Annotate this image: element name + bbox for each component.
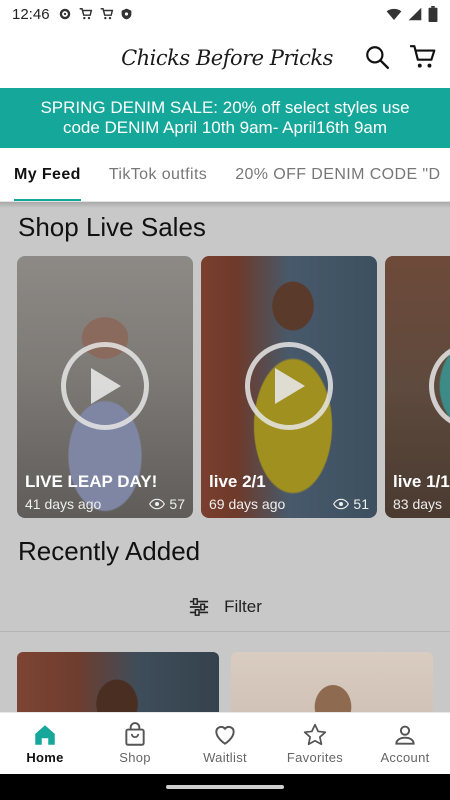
cart-icon [410, 45, 436, 68]
nav-label: Favorites [286, 750, 344, 765]
content-shadow [0, 202, 450, 208]
live-sale-age: 41 days ago [25, 496, 102, 512]
home-gesture-handle[interactable] [166, 785, 284, 789]
nav-shop[interactable]: Shop [90, 713, 180, 774]
search-icon [366, 46, 390, 70]
gear-icon [59, 8, 70, 20]
filter-button[interactable]: Filter [0, 582, 450, 632]
product-card[interactable] [17, 652, 219, 712]
search-button[interactable] [362, 42, 392, 72]
home-icon [35, 725, 55, 745]
live-sale-title: live 2/1 [209, 472, 266, 491]
live-sale-meta: 69 days ago 51 [209, 496, 369, 512]
play-icon [275, 368, 305, 404]
bottom-navigation: Home Shop Waitlist Favorites Account [0, 712, 450, 774]
cart-icon [79, 8, 92, 20]
play-icon [91, 368, 121, 404]
status-notification-icons [58, 7, 133, 21]
status-system-icons [386, 6, 438, 22]
live-sales-carousel[interactable]: LIVE LEAP DAY! 41 days ago 57 live 2/1 6… [17, 256, 450, 518]
play-button[interactable] [61, 342, 149, 430]
view-count-value: 57 [169, 496, 185, 512]
view-count: 51 [333, 496, 369, 512]
status-bar: 12:46 [0, 0, 450, 28]
filter-label: Filter [224, 596, 262, 616]
feed-tabs: My Feed TikTok outfits 20% OFF DENIM COD… [0, 148, 450, 202]
promo-banner[interactable]: SPRING DENIM SALE: 20% off select styles… [0, 88, 450, 148]
view-count-value: 51 [353, 496, 369, 512]
live-sale-title: live 1/1 [393, 472, 450, 491]
sliders-icon [190, 597, 209, 616]
nav-label: Home [26, 750, 64, 765]
product-card[interactable] [231, 652, 433, 712]
brand-logo[interactable]: Chicks Before Pricks [121, 40, 333, 76]
battery-icon [428, 6, 438, 22]
person-icon [395, 725, 415, 745]
feed-content[interactable]: Shop Live Sales LIVE LEAP DAY! 41 days a… [0, 202, 450, 712]
live-sale-card[interactable]: LIVE LEAP DAY! 41 days ago 57 [17, 256, 193, 518]
nav-account[interactable]: Account [360, 713, 450, 774]
eye-icon [149, 498, 166, 510]
nav-label: Shop [119, 750, 151, 765]
promo-line-1: SPRING DENIM SALE: 20% off select styles… [40, 98, 410, 117]
eye-icon [333, 498, 350, 510]
wifi-icon [386, 8, 402, 20]
nav-favorites[interactable]: Favorites [270, 713, 360, 774]
tab-my-feed[interactable]: My Feed [0, 148, 95, 201]
cart-button[interactable] [408, 42, 438, 72]
tab-denim-sale[interactable]: 20% OFF DENIM CODE "D [221, 148, 450, 201]
star-icon [303, 723, 327, 746]
product-image [231, 652, 433, 712]
nav-label: Waitlist [203, 750, 247, 765]
signal-icon [408, 7, 422, 21]
shield-icon [121, 8, 131, 20]
recently-added-title: Recently Added [18, 536, 201, 566]
live-sale-meta: 41 days ago 57 [25, 496, 185, 512]
view-count: 57 [149, 496, 185, 512]
live-sale-age: 83 days [393, 496, 443, 512]
shopping-bag-icon [125, 722, 145, 746]
app-header: Chicks Before Pricks [0, 28, 450, 88]
live-sale-age: 69 days ago [209, 496, 286, 512]
shop-live-sales-title: Shop Live Sales [18, 212, 206, 242]
live-sale-title: LIVE LEAP DAY! [25, 472, 158, 491]
nav-home[interactable]: Home [0, 713, 90, 774]
product-image [17, 652, 219, 712]
live-sale-card[interactable]: live 1/1 83 days [385, 256, 450, 518]
live-sale-card[interactable]: live 2/1 69 days ago 51 [201, 256, 377, 518]
live-sale-meta: 83 days [393, 496, 450, 512]
status-time: 12:46 [12, 5, 50, 23]
system-gesture-bar [0, 774, 450, 800]
promo-line-2: code DENIM April 10th 9am- April16th 9am [62, 118, 388, 137]
nav-label: Account [380, 750, 430, 765]
recently-added-grid [17, 652, 437, 712]
heart-icon [215, 725, 235, 745]
tab-tiktok-outfits[interactable]: TikTok outfits [95, 148, 221, 201]
nav-waitlist[interactable]: Waitlist [180, 713, 270, 774]
cart-icon [100, 8, 113, 20]
play-button[interactable] [245, 342, 333, 430]
